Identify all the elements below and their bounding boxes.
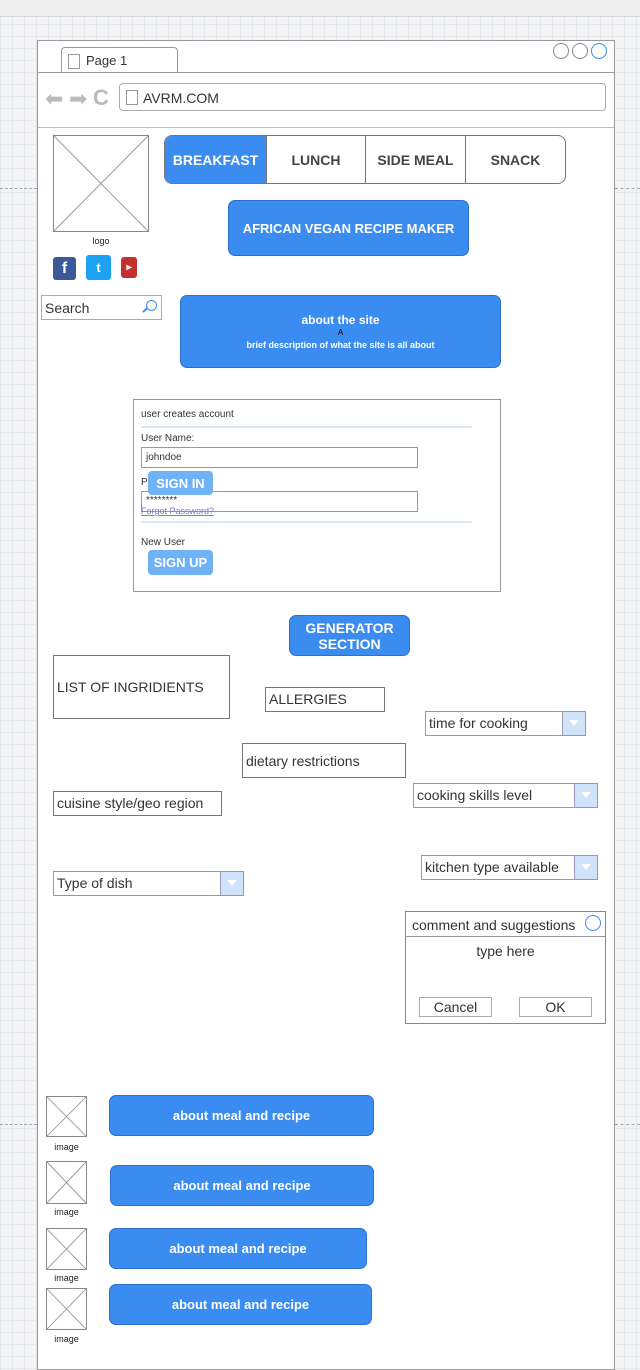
logo-label: logo (92, 236, 110, 246)
allergies-label: ALLERGIES (269, 691, 347, 707)
kitchen-type-value: kitchen type available (425, 859, 559, 875)
dietary-restrictions-label: dietary restrictions (246, 753, 360, 769)
maximize-button[interactable] (572, 43, 588, 59)
form-separator (141, 426, 472, 428)
guide-line (0, 188, 37, 189)
search-placeholder: Search (45, 300, 90, 316)
sign-up-button[interactable]: SIGN UP (148, 550, 213, 575)
chevron-down-icon (220, 872, 243, 895)
dietary-restrictions-field[interactable]: dietary restrictions (242, 743, 406, 778)
meal-image (46, 1161, 87, 1204)
nav-snack[interactable]: SNACK (465, 136, 565, 183)
comment-dialog: comment and suggestions type here Cancel… (405, 911, 606, 1024)
meal-image (46, 1096, 87, 1137)
cooking-skills-select[interactable]: cooking skills level (413, 783, 598, 808)
close-button[interactable] (591, 43, 607, 59)
minimize-button[interactable] (553, 43, 569, 59)
tab-divider (38, 72, 614, 73)
meal-image-label: image (54, 1207, 79, 1217)
page-icon (68, 54, 80, 69)
meal-image-label: image (54, 1142, 79, 1152)
dialog-close-button[interactable] (585, 915, 601, 931)
search-icon[interactable] (146, 300, 157, 311)
username-field[interactable]: johndoe (141, 447, 418, 468)
meal-recipe-button[interactable]: about meal and recipe (109, 1284, 372, 1325)
back-arrow-icon[interactable]: ⬅ (45, 88, 63, 110)
cuisine-style-label: cuisine style/geo region (57, 795, 204, 811)
url-text: AVRM.COM (143, 90, 219, 106)
dish-type-select[interactable]: Type of dish (53, 871, 244, 896)
chevron-down-icon (574, 784, 597, 807)
chevron-down-icon (562, 712, 585, 735)
tab-label: Page 1 (86, 53, 128, 68)
cancel-button[interactable]: Cancel (419, 997, 492, 1017)
comment-dialog-title: comment and suggestions (412, 917, 576, 933)
meal-image (46, 1228, 87, 1270)
about-marker: A (337, 328, 344, 337)
nav-side-meal[interactable]: SIDE MEAL (365, 136, 465, 183)
youtube-icon[interactable]: ▸ (121, 257, 137, 278)
meal-recipe-button[interactable]: about meal and recipe (110, 1165, 374, 1206)
cooking-skills-value: cooking skills level (417, 787, 533, 803)
ok-button[interactable]: OK (519, 997, 592, 1017)
meal-nav: BREAKFAST LUNCH SIDE MEAL SNACK (164, 135, 566, 184)
dialog-divider (406, 936, 605, 937)
guide-line (0, 1124, 37, 1125)
page-icon (126, 90, 138, 105)
guide-line (615, 1124, 640, 1125)
about-title: about the site (301, 313, 380, 327)
kitchen-type-select[interactable]: kitchen type available (421, 855, 598, 880)
header-divider (38, 127, 614, 128)
meal-image (46, 1288, 87, 1330)
new-user-label: New User (141, 537, 185, 548)
address-bar[interactable]: AVRM.COM (119, 83, 606, 111)
about-description: brief description of what the site is al… (246, 340, 435, 350)
allergies-field[interactable]: ALLERGIES (265, 687, 385, 712)
forward-arrow-icon[interactable]: ➡ (69, 88, 87, 110)
generator-section-button[interactable]: GENERATOR SECTION (289, 615, 410, 656)
meal-recipe-button[interactable]: about meal and recipe (109, 1095, 374, 1136)
guide-line (615, 188, 640, 189)
account-heading: user creates account (141, 409, 234, 420)
chevron-down-icon (574, 856, 597, 879)
meal-image-label: image (54, 1334, 79, 1344)
meal-image-label: image (54, 1273, 79, 1283)
form-separator (141, 521, 472, 523)
browser-tab[interactable]: Page 1 (61, 47, 178, 73)
time-for-cooking-select[interactable]: time for cooking (425, 711, 586, 736)
dish-type-value: Type of dish (57, 875, 133, 891)
password-label: P (141, 477, 148, 488)
ingredients-label: LIST OF INGRIDIENTS (57, 679, 204, 695)
reload-icon[interactable]: C (93, 87, 109, 109)
search-input[interactable]: Search (41, 295, 162, 320)
forgot-password-link[interactable]: Forgot Password? (141, 506, 214, 516)
ingredients-list[interactable]: LIST OF INGRIDIENTS (53, 655, 230, 719)
logo-placeholder (53, 135, 149, 232)
twitter-icon[interactable]: t (86, 255, 111, 280)
comment-textarea[interactable]: type here (406, 943, 605, 959)
nav-breakfast[interactable]: BREAKFAST (165, 136, 266, 183)
username-label: User Name: (141, 433, 195, 444)
sign-in-button[interactable]: SIGN IN (148, 471, 213, 495)
window-top-bar (0, 0, 640, 17)
app-title-button[interactable]: AFRICAN VEGAN RECIPE MAKER (228, 200, 469, 256)
meal-recipe-button[interactable]: about meal and recipe (109, 1228, 367, 1269)
nav-lunch[interactable]: LUNCH (266, 136, 365, 183)
time-for-cooking-value: time for cooking (429, 715, 528, 731)
facebook-icon[interactable]: f (53, 257, 76, 280)
cuisine-style-field[interactable]: cuisine style/geo region (53, 791, 222, 816)
about-site-panel[interactable]: about the site A brief description of wh… (180, 295, 501, 368)
